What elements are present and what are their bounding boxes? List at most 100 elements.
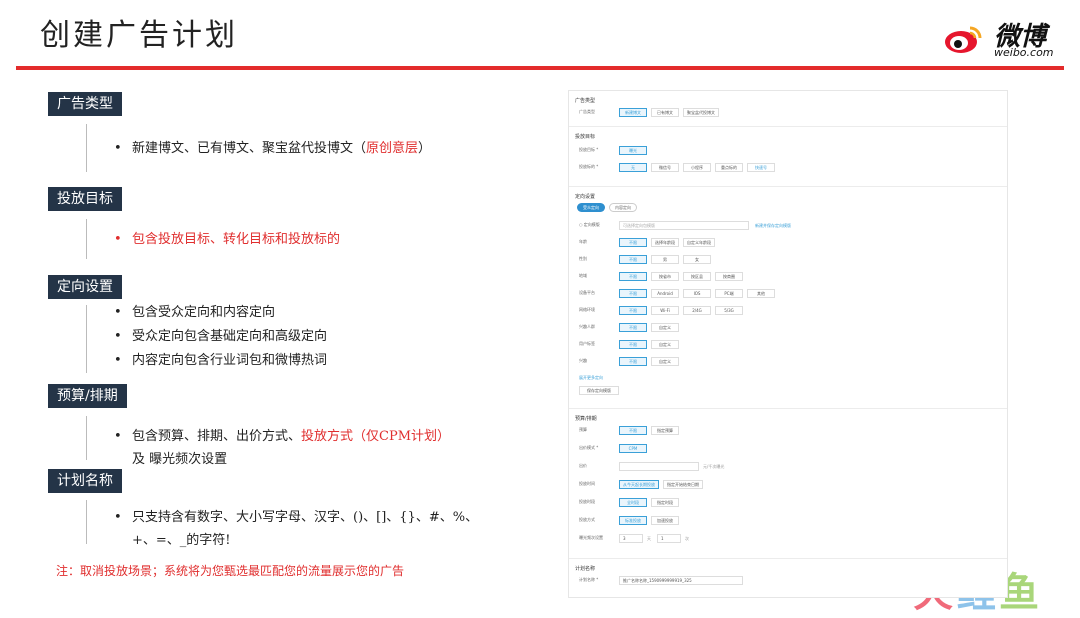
target-object-option[interactable]: 重点标的 <box>715 163 743 172</box>
bullet-plan-name-cont: +、=、_的字符! <box>132 533 231 548</box>
page-title: 创建广告计划 <box>40 18 238 53</box>
device-option[interactable]: PC端 <box>715 289 743 298</box>
weibo-logo: 微博 weibo.com <box>942 12 1067 62</box>
logo-domain: weibo.com <box>994 46 1054 59</box>
region-option[interactable]: 按省市 <box>651 272 679 281</box>
bullet-target: • 包含投放目标、转化目标和投放标的 <box>114 232 341 247</box>
bullet-budget-cont: 及 曝光频次设置 <box>132 452 228 467</box>
freq-days-unit: 天 <box>647 536 651 541</box>
weibo-eye-icon <box>945 26 982 53</box>
gender-option[interactable]: 不限 <box>619 255 647 264</box>
device-option[interactable]: 其他 <box>747 289 775 298</box>
form-block-plan-name: 计划名称 计划名称 * 推广名称名称_1590999999919_325 <box>569 559 1007 597</box>
user-tag-option[interactable]: 不限 <box>619 340 647 349</box>
bid-unit: 元/千次曝光 <box>703 464 725 469</box>
form-block-budget: 预算/排期 预算 不限 指定预算 出价模式 * CPM 出价 元/千次曝光 投放… <box>569 409 1007 559</box>
form-block-title: 计划名称 <box>575 566 596 572</box>
form-label: 兴趣 <box>579 358 587 363</box>
ad-plan-form: 广告类型 广告类型 新建博文 已有博文 聚宝盆代投博文 投放目标 投放目标 * … <box>568 90 1008 598</box>
expand-more-link[interactable]: 展开更多定向 <box>579 375 603 381</box>
form-block-title: 投放目标 <box>575 134 596 140</box>
age-option[interactable]: 选择年龄段 <box>651 238 679 247</box>
delivery-mode-option[interactable]: 加速投放 <box>651 516 679 525</box>
schedule-option[interactable]: 从今天起长期投放 <box>619 480 659 489</box>
interest-crowd-option[interactable]: 不限 <box>619 323 647 332</box>
target-object-option[interactable]: 微信号 <box>651 163 679 172</box>
section-line <box>86 305 87 373</box>
form-label: 投放时段 <box>579 499 595 504</box>
interest-option[interactable]: 自定义 <box>651 357 679 366</box>
ad-type-existing-option[interactable]: 已有博文 <box>651 108 679 117</box>
network-option[interactable]: 2/4G <box>683 306 711 315</box>
bullet-plan-name: • 只支持含有数字、大小写字母、汉字、()、[]、{}、#、%、 <box>114 510 479 525</box>
ad-type-jubaopen-option[interactable]: 聚宝盆代投博文 <box>683 108 719 117</box>
budget-option[interactable]: 不限 <box>619 426 647 435</box>
plan-name-input[interactable]: 推广名称名称_1590999999919_325 <box>619 576 743 585</box>
section-line <box>86 500 87 544</box>
form-label: 曝光频次设置 <box>579 535 603 540</box>
freq-days-input[interactable]: 3 <box>619 534 643 543</box>
interest-option[interactable]: 不限 <box>619 357 647 366</box>
device-option[interactable]: IOS <box>683 289 711 298</box>
save-template-link[interactable]: 新建并保存定向模版 <box>755 223 791 229</box>
device-option[interactable]: Android <box>651 289 679 298</box>
form-block-target: 投放目标 投放目标 * 曝光 投放标的 * 无 微信号 小程序 重点标的 快速号 <box>569 127 1007 187</box>
header-divider <box>16 66 1064 70</box>
ad-type-new-option[interactable]: 新建博文 <box>619 108 647 117</box>
template-select[interactable]: 可选择定向包模版 <box>619 221 749 230</box>
form-label: 投放标的 * <box>579 164 599 169</box>
time-slot-option[interactable]: 全时段 <box>619 498 647 507</box>
interest-crowd-option[interactable]: 自定义 <box>651 323 679 332</box>
schedule-option[interactable]: 指定开始结束日期 <box>663 480 703 489</box>
user-tag-option[interactable]: 自定义 <box>651 340 679 349</box>
bullet-targeting-3: • 内容定向包含行业词包和微博热词 <box>114 353 328 368</box>
age-option[interactable]: 不限 <box>619 238 647 247</box>
form-label: 性别 <box>579 256 587 261</box>
section-tag-target: 投放目标 <box>48 187 122 211</box>
gender-option[interactable]: 男 <box>651 255 679 264</box>
device-option[interactable]: 不限 <box>619 289 647 298</box>
region-option[interactable]: 不限 <box>619 272 647 281</box>
save-template-button[interactable]: 保存定向模版 <box>579 386 619 395</box>
footnote: 注：取消投放场景；系统将为您甄选最匹配您的流量展示您的广告 <box>56 564 405 578</box>
bullet-targeting-2: • 受众定向包含基础定向和高级定向 <box>114 329 328 344</box>
form-block-title: 定向设置 <box>575 194 596 200</box>
form-block-ad-type: 广告类型 广告类型 新建博文 已有博文 聚宝盆代投博文 <box>569 91 1007 127</box>
target-object-option[interactable]: 小程序 <box>683 163 711 172</box>
bid-mode-option[interactable]: CPM <box>619 444 647 453</box>
network-option[interactable]: 不限 <box>619 306 647 315</box>
form-block-title: 预算/排期 <box>575 416 597 422</box>
section-tag-targeting: 定向设置 <box>48 275 122 299</box>
budget-option[interactable]: 指定预算 <box>651 426 679 435</box>
form-label: 投放方式 <box>579 517 595 522</box>
form-label: 广告类型 <box>579 109 595 114</box>
network-option[interactable]: 5/3G <box>715 306 743 315</box>
target-object-option[interactable]: 快速号 <box>747 163 775 172</box>
section-tag-plan-name: 计划名称 <box>48 469 122 493</box>
form-label: 计划名称 * <box>579 577 599 582</box>
form-label: 出价模式 * <box>579 445 599 450</box>
bullet-ad-type: • 新建博文、已有博文、聚宝盆代投博文（原创意层） <box>114 141 432 156</box>
region-option[interactable]: 按商圈 <box>715 272 743 281</box>
tab-audience-targeting[interactable]: 受众定向 <box>577 203 605 212</box>
gender-option[interactable]: 女 <box>683 255 711 264</box>
form-label: 设备平台 <box>579 290 595 295</box>
form-label: 兴趣人群 <box>579 324 595 329</box>
target-exposure-option[interactable]: 曝光 <box>619 146 647 155</box>
form-label: 投放目标 * <box>579 147 599 152</box>
region-option[interactable]: 按区县 <box>683 272 711 281</box>
bid-input[interactable] <box>619 462 699 471</box>
time-slot-option[interactable]: 指定时段 <box>651 498 679 507</box>
bullet-targeting-1: • 包含受众定向和内容定向 <box>114 305 276 320</box>
age-option[interactable]: 自定义年龄段 <box>683 238 715 247</box>
form-label: 用户标签 <box>579 341 595 346</box>
network-option[interactable]: Wi-Fi <box>651 306 679 315</box>
tab-content-targeting[interactable]: 内容定向 <box>609 203 637 212</box>
section-tag-ad-type: 广告类型 <box>48 92 122 116</box>
form-block-targeting: 定向设置 受众定向 内容定向 ○ 定向模版 可选择定向包模版 新建并保存定向模版… <box>569 187 1007 409</box>
freq-times-input[interactable]: 1 <box>657 534 681 543</box>
section-line <box>86 124 87 172</box>
target-object-option[interactable]: 无 <box>619 163 647 172</box>
delivery-mode-option[interactable]: 标准投放 <box>619 516 647 525</box>
freq-times-unit: 次 <box>685 536 689 541</box>
